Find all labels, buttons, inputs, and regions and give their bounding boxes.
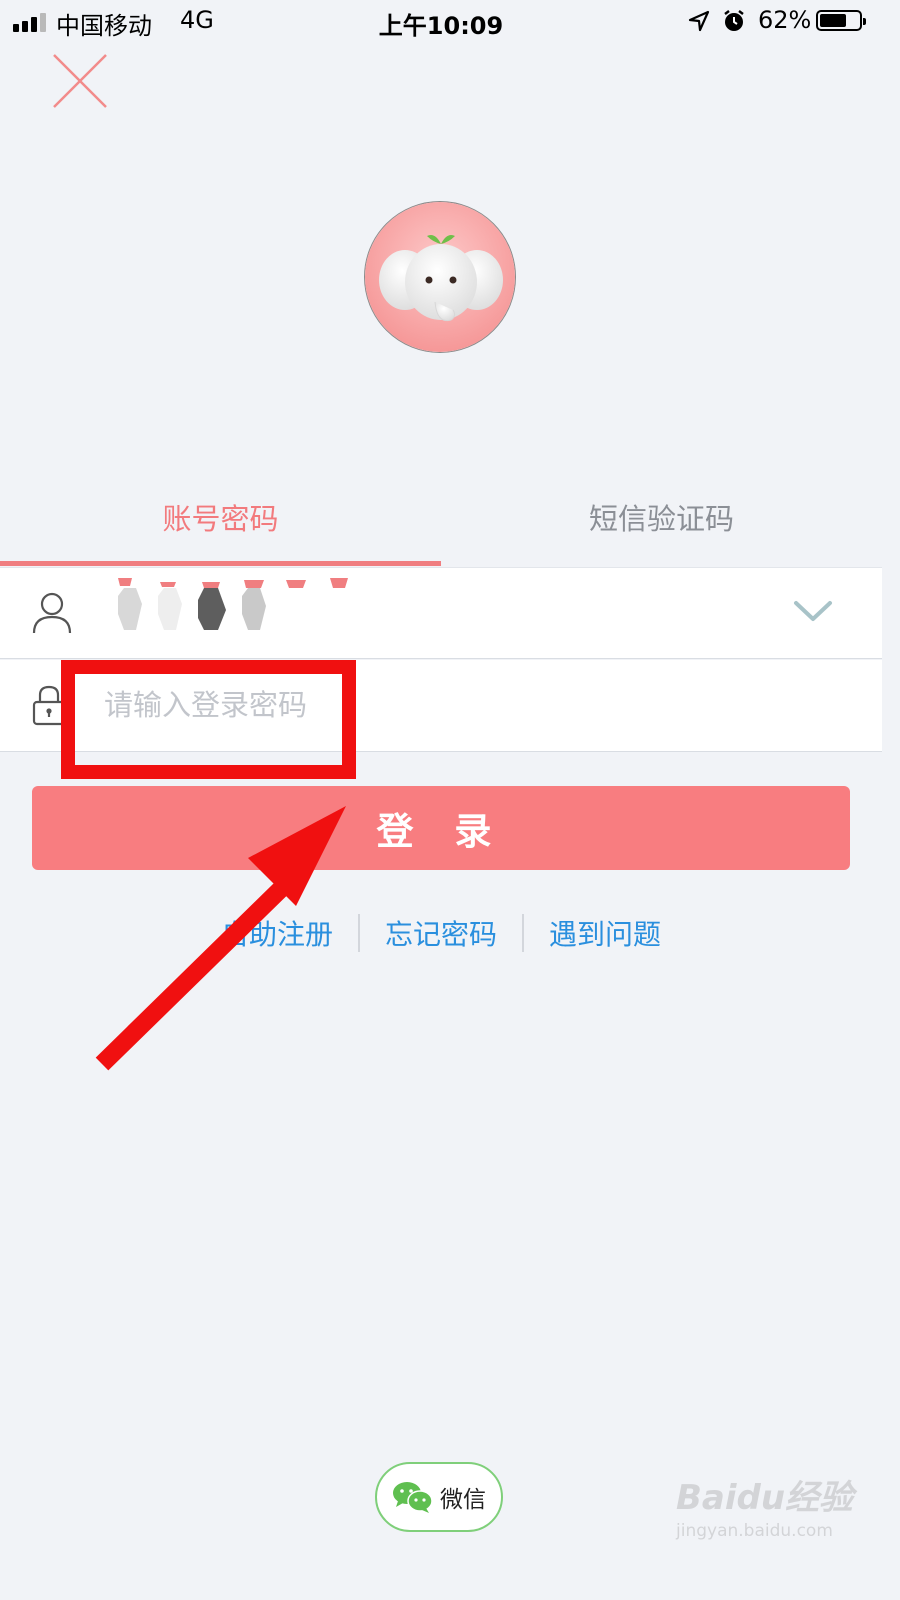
status-time: 上午10:09	[378, 12, 504, 40]
username-row[interactable]	[0, 567, 882, 659]
auxiliary-links: 自助注册 忘记密码 遇到问题	[0, 913, 882, 953]
forgot-password-link[interactable]: 忘记密码	[385, 913, 497, 953]
active-tab-indicator	[0, 561, 441, 566]
app-logo-avatar	[364, 201, 516, 353]
annotation-highlight-box	[61, 660, 356, 779]
tab-sms-code[interactable]: 短信验证码	[441, 496, 882, 538]
close-icon[interactable]	[50, 52, 110, 110]
alarm-icon	[724, 10, 744, 31]
watermark-main: Baidu经验	[676, 1478, 854, 1518]
location-arrow-icon	[688, 10, 710, 32]
link-divider	[522, 914, 524, 952]
user-icon	[32, 592, 72, 634]
register-link[interactable]: 自助注册	[221, 913, 333, 953]
baidu-watermark: Baidu经验 jingyan.baidu.com	[676, 1470, 853, 1541]
link-divider	[357, 914, 360, 952]
battery-icon	[816, 10, 866, 31]
tab-account-password[interactable]: 账号密码	[0, 496, 441, 538]
battery-percentage: 62%	[758, 6, 812, 34]
wechat-login-button[interactable]: 微信	[375, 1462, 503, 1532]
login-button[interactable]: 登 录	[32, 786, 850, 870]
wechat-label: 微信	[440, 1487, 486, 1513]
wechat-icon	[393, 1482, 433, 1513]
status-bar: 中国移动 4G 上午10:09 62%	[0, 0, 882, 44]
help-link[interactable]: 遇到问题	[549, 913, 661, 953]
chevron-down-icon[interactable]	[792, 598, 834, 624]
watermark-sub: jingyan.baidu.com	[676, 1521, 833, 1541]
masked-username	[118, 578, 348, 630]
